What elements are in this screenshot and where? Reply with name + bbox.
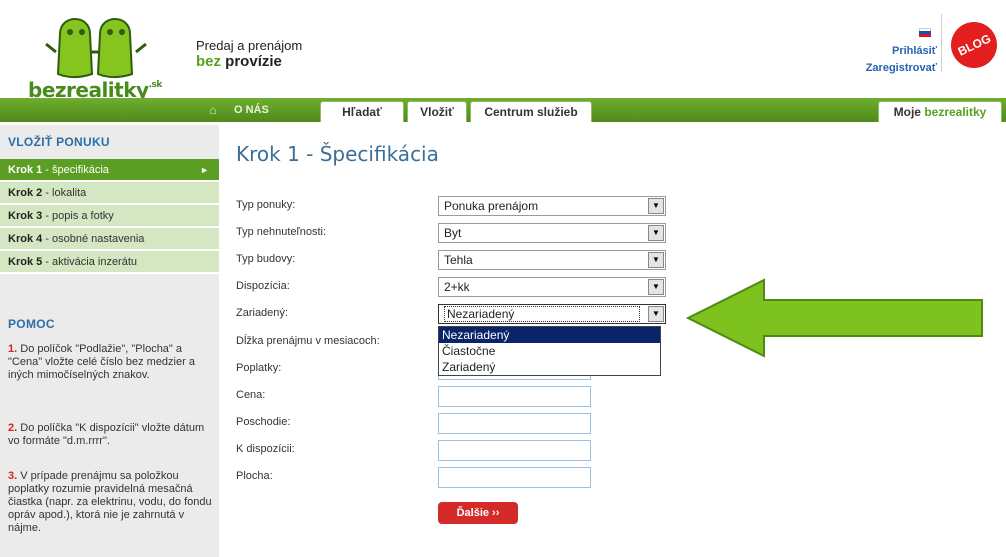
help-item-1: 1. Do políčok "Podlažie", "Plocha" a "Ce… (8, 343, 195, 381)
logo-figures-icon (45, 18, 147, 78)
sidebar-step-4[interactable]: Krok 4 - osobné nastavenia (0, 228, 219, 251)
fees-label: Poplatky: (236, 362, 282, 374)
tab-add[interactable]: Vložiť (407, 101, 467, 122)
home-icon[interactable]: ⌂ (205, 98, 221, 122)
help-title: POMOC (8, 317, 55, 331)
available-label: K dispozícii: (236, 443, 295, 455)
property-type-label: Typ nehnuteľnosti: (236, 226, 327, 238)
area-input[interactable] (438, 467, 591, 488)
green-arrow-icon (686, 278, 983, 358)
nav-about[interactable]: O NÁS (234, 98, 269, 122)
floor-input[interactable] (438, 413, 591, 434)
help-item-3: 3. V prípade prenájmu sa položkou poplat… (8, 470, 212, 534)
sidebar-step-5[interactable]: Krok 5 - aktivácia inzerátu (0, 251, 219, 274)
building-type-select[interactable]: Tehla ▼ (438, 250, 666, 270)
sidebar-step-3[interactable]: Krok 3 - popis a fotky (0, 205, 219, 228)
dropdown-option-ciastocne[interactable]: Čiastočne (439, 343, 660, 359)
area-label: Plocha: (236, 470, 273, 482)
dropdown-option-nezariadeny[interactable]: Nezariadený (439, 327, 660, 343)
chevron-right-icon: ► (200, 165, 209, 175)
sidebar: VLOŽIŤ PONUKU Krok 1 - špecifikácia ► Kro… (0, 125, 219, 557)
tagline-line2: bez provízie (196, 53, 282, 70)
account-links: Prihlásiť Zaregistrovať (866, 43, 937, 77)
lease-length-label: Dĺžka prenájmu v mesiacoch: (236, 335, 380, 347)
header-divider (941, 14, 942, 72)
tab-services[interactable]: Centrum služieb (470, 101, 592, 122)
blog-badge[interactable]: BLOG (951, 22, 997, 68)
tagline: Predaj a prenájom bez provízie (196, 38, 302, 70)
price-label: Cena: (236, 389, 266, 401)
slovak-flag-icon[interactable] (919, 28, 931, 37)
building-type-label: Typ budovy: (236, 253, 296, 265)
tab-search[interactable]: Hľadať (320, 101, 404, 122)
tagline-line1: Predaj a prenájom (196, 38, 303, 53)
dropdown-option-zariadeny[interactable]: Zariadený (439, 359, 660, 375)
sidebar-title: VLOŽIŤ PONUKU (8, 135, 110, 149)
furnished-label: Zariadený: (236, 307, 288, 319)
floor-label: Poschodie: (236, 416, 291, 428)
step-list: Krok 1 - špecifikácia ► Krok 2 - lokalita… (0, 159, 219, 274)
chevron-down-icon: ▼ (648, 279, 664, 295)
next-button[interactable]: Ďalšie ›› (438, 502, 518, 524)
sidebar-step-2[interactable]: Krok 2 - lokalita (0, 182, 219, 205)
offer-type-select[interactable]: Ponuka prenájom ▼ (438, 196, 666, 216)
main-nav: ⌂ O NÁS Hľadať Vložiť Centrum služieb Mo… (0, 98, 1006, 122)
chevron-down-icon: ▼ (648, 252, 664, 268)
register-link[interactable]: Zaregistrovať (866, 60, 937, 77)
layout-select[interactable]: 2+kk ▼ (438, 277, 666, 297)
furnished-dropdown: Nezariadený Čiastočne Zariadený (438, 326, 661, 376)
offer-type-label: Typ ponuky: (236, 199, 296, 211)
chevron-down-icon: ▼ (648, 225, 664, 241)
chevron-down-icon: ▼ (648, 306, 664, 322)
login-link[interactable]: Prihlásiť (866, 43, 937, 60)
layout-label: Dispozícia: (236, 280, 290, 292)
furnished-select[interactable]: Nezariadený ▼ (438, 304, 666, 324)
page-title: Krok 1 - Špecifikácia (236, 142, 439, 166)
help-item-2: 2. Do políčka "K dispozícii" vložte dátu… (8, 422, 205, 447)
available-input[interactable] (438, 440, 591, 461)
tab-my-bezrealitky[interactable]: Moje bezrealitky (878, 101, 1002, 122)
property-type-select[interactable]: Byt ▼ (438, 223, 666, 243)
sidebar-step-1[interactable]: Krok 1 - špecifikácia ► (0, 159, 219, 182)
chevron-down-icon: ▼ (648, 198, 664, 214)
price-input[interactable] (438, 386, 591, 407)
